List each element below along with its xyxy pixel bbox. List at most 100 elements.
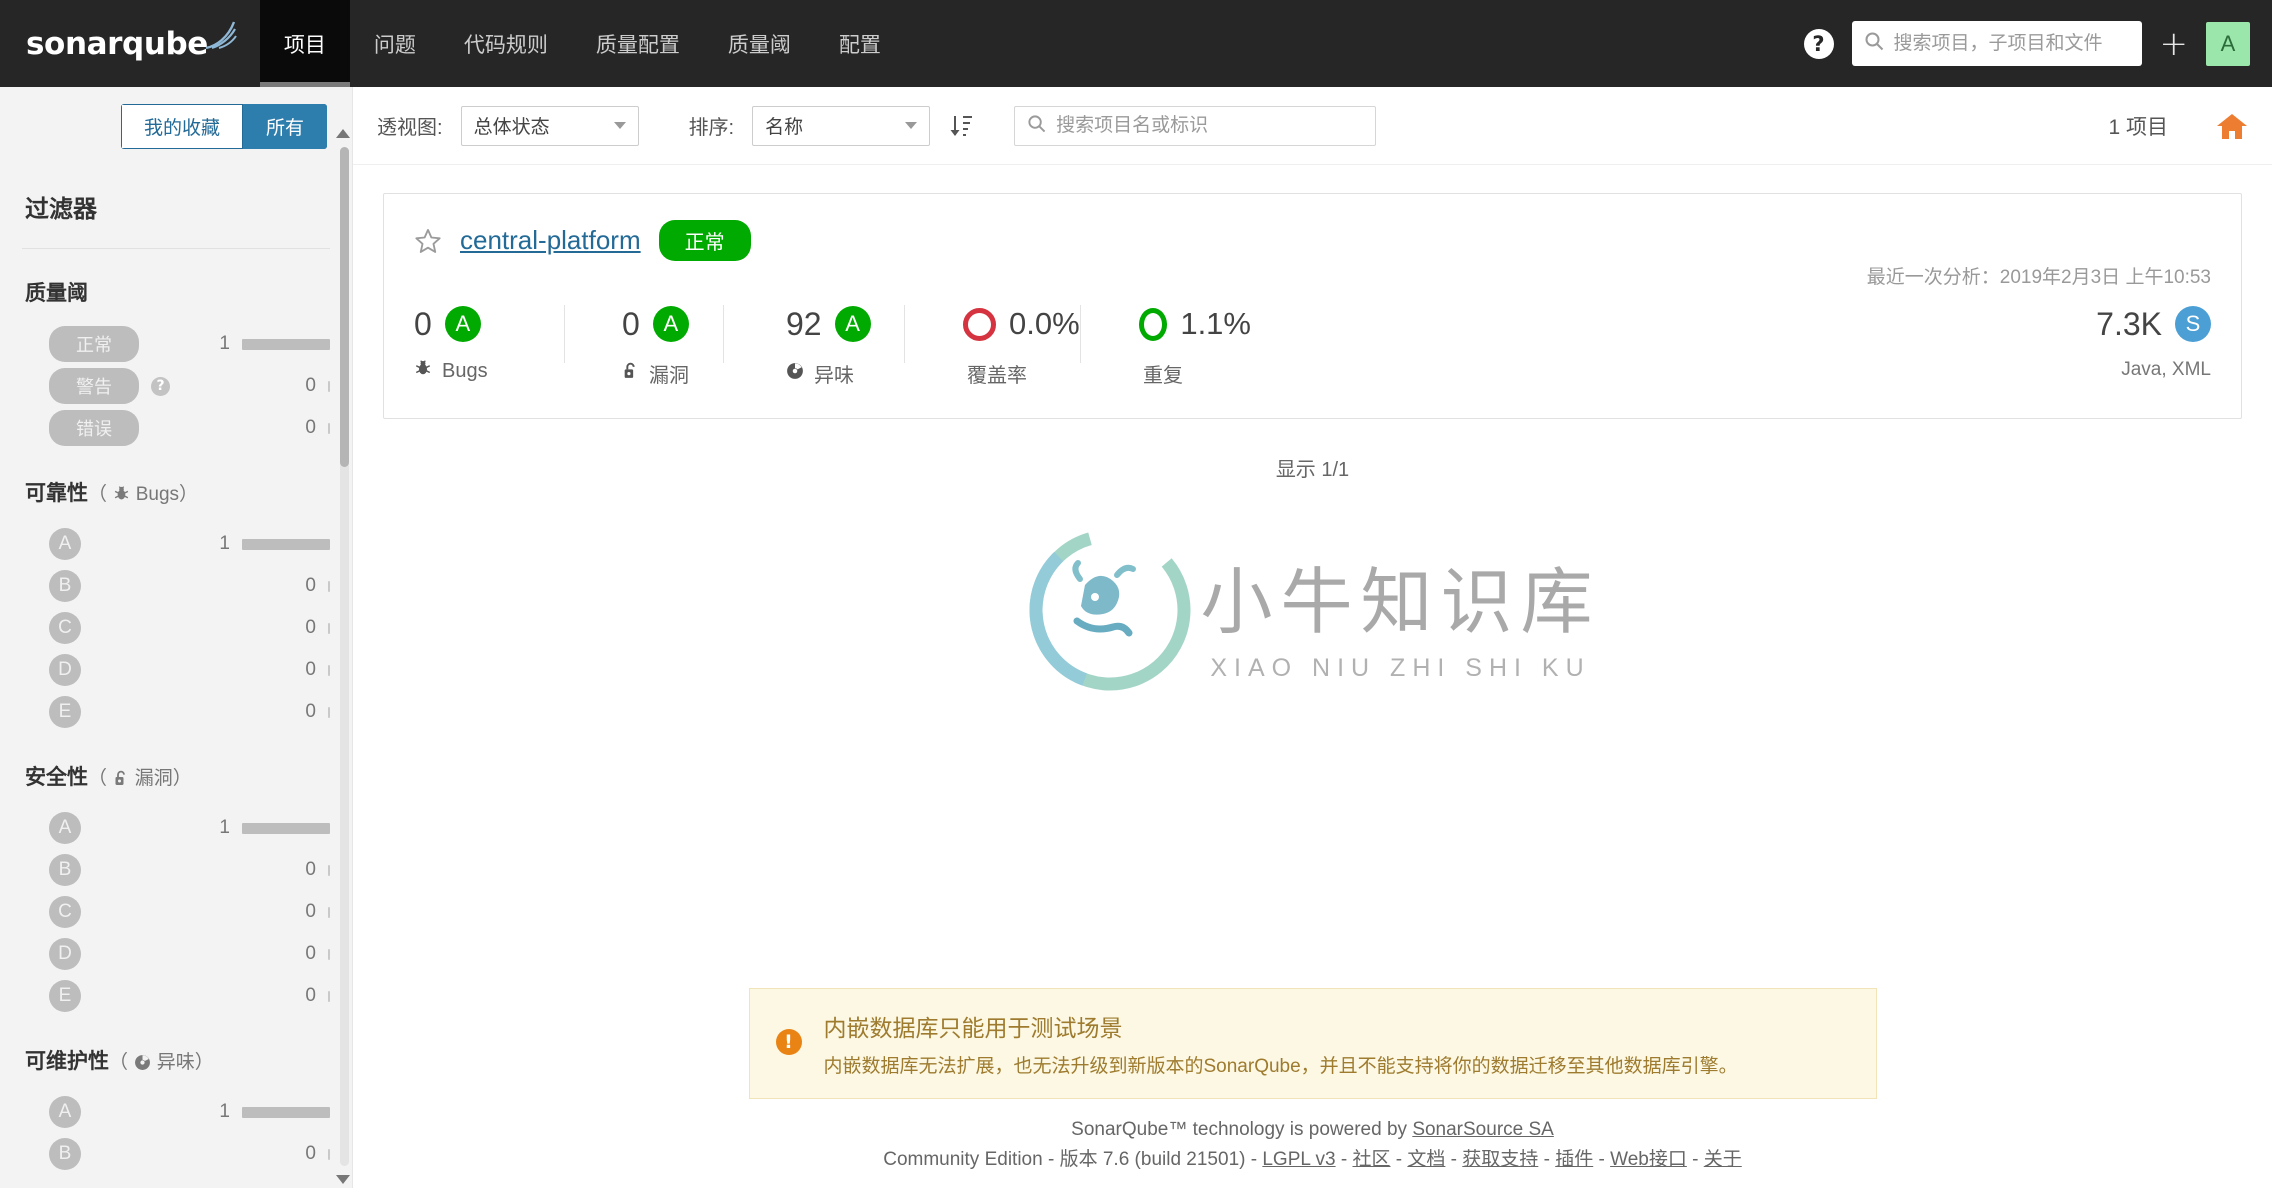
rating-badge: B [49,854,81,886]
perspective-select[interactable]: 总体状态 [460,105,639,146]
warning-help-icon[interactable]: ? [151,376,170,396]
facet-count: 1 [219,1101,230,1122]
project-card[interactable]: central-platform 正常 最近一次分析：2019年2月3日 上午1… [383,193,2242,419]
global-search-input[interactable] [1893,32,2130,55]
global-search-box[interactable] [1851,21,2142,66]
favorite-star-icon[interactable] [414,227,442,255]
sonarqube-logo[interactable]: sonarqube [0,0,260,87]
footer-link-community[interactable]: 社区 [1352,1149,1390,1170]
project-name-link[interactable]: central-platform [460,225,641,256]
pill-label: 警告 [49,368,139,404]
rating-badge: A [49,1096,81,1128]
duplications-label: 重复 [1143,365,1183,387]
facet-row-maintainability-a[interactable]: A 1 [25,1091,330,1133]
footer-link-plugins[interactable]: 插件 [1555,1149,1593,1170]
rating-badge: E [49,980,81,1012]
nav-label: 代码规则 [463,33,548,57]
toggle-all-label: 所有 [265,118,304,139]
code-smell-icon [786,362,804,386]
sep: - [1042,1148,1060,1170]
page-body: 我的收藏 所有 过滤器 质量阈 正常 1 警告 ? 0 错误 0 可靠性（ Bu… [0,87,2272,1188]
facet-count: 1 [219,533,230,554]
facet-security-title: 安全性（ 漏洞） [25,766,192,789]
facet-title-text: 安全性 [25,766,88,789]
metric-vulnerabilities[interactable]: 0 A 漏洞 [565,301,723,388]
footer-link-support[interactable]: 获取支持 [1462,1149,1538,1170]
toggle-all[interactable]: 所有 [242,104,327,149]
metric-code-smells[interactable]: 92 A 异味 [724,301,904,388]
nav-item-quality-gates[interactable]: 质量阈 [704,0,815,87]
facet-row-security-a[interactable]: A 1 [25,807,330,849]
user-avatar[interactable]: A [2206,21,2250,66]
sonarsource-link[interactable]: SonarSource SA [1412,1119,1554,1140]
sort-select[interactable]: 名称 [752,105,931,146]
sidebar-scroll-up-arrow[interactable] [336,129,350,138]
facet-row-quality-gate-warn[interactable]: 警告 ? 0 [25,365,330,407]
top-navigation-bar: sonarqube 项目 问题 代码规则 质量配置 质量阈 配置 ? 搜索项目，… [0,0,2272,87]
perspective-value: 总体状态 [473,117,550,138]
facet-count: 0 [305,901,316,922]
facet-row-quality-gate-ok[interactable]: 正常 1 [25,323,330,365]
nav-item-quality-profiles[interactable]: 质量配置 [572,0,704,87]
facet-security: 安全性（ 漏洞） A 1 B 0 C 0 D 0 E 0 [0,733,352,1017]
facet-bar [328,380,330,392]
facet-row-maintainability-b[interactable]: B 0 [25,1133,330,1175]
footer-link-license[interactable]: LGPL v3 [1262,1149,1335,1170]
code-smells-value: 92 [786,305,822,342]
metric-size[interactable]: 7.3K S Java, XML [2096,301,2211,381]
footer-link-documentation[interactable]: 文档 [1407,1149,1445,1170]
coverage-donut-icon [963,307,996,341]
rating-badge: A [49,528,81,560]
sidebar-scrollbar-thumb[interactable] [340,147,349,467]
nav-label: 项目 [283,33,326,57]
project-search-box[interactable] [1014,105,1377,146]
sidebar-scroll-down-arrow[interactable] [336,1175,350,1184]
facet-row-reliability-a[interactable]: A 1 [25,523,330,565]
project-count: 1 项目 [2108,115,2168,139]
nav-item-projects[interactable]: 项目 [259,0,350,87]
project-card-header: central-platform 正常 [414,220,2211,261]
facet-quality-gate: 质量阈 正常 1 警告 ? 0 错误 0 [0,249,352,449]
nav-item-issues[interactable]: 问题 [350,0,440,87]
facet-row-security-d[interactable]: D 0 [25,933,330,975]
facet-bar [242,338,330,350]
facet-bar [328,664,330,676]
nav-item-administration[interactable]: 配置 [815,0,905,87]
home-icon[interactable] [2216,111,2248,141]
project-metrics-row: 0 A Bugs 0 A 漏洞 92 A 异味 0.0% 覆盖率 1.1% 重复… [414,301,2211,388]
pill-label: 错误 [49,410,139,446]
chevron-down-icon [905,122,918,129]
facet-row-security-e[interactable]: E 0 [25,975,330,1017]
footer-link-about[interactable]: 关于 [1704,1149,1742,1170]
facet-row-reliability-b[interactable]: B 0 [25,565,330,607]
metric-bugs[interactable]: 0 A Bugs [414,301,564,383]
facet-bar [242,822,330,834]
rating-badge: D [49,938,81,970]
footer-link-web-api[interactable]: Web接口 [1610,1149,1687,1170]
sort-direction-icon[interactable] [948,112,974,140]
facet-row-reliability-d[interactable]: D 0 [25,649,330,691]
metric-duplications[interactable]: 1.1% 重复 [1081,301,1251,388]
search-icon [1864,31,1884,56]
toggle-favorites[interactable]: 我的收藏 [120,104,243,149]
add-project-icon[interactable]: + [2160,27,2189,61]
metric-coverage[interactable]: 0.0% 覆盖率 [905,301,1080,388]
facet-row-security-b[interactable]: B 0 [25,849,330,891]
rating-badge: A [49,812,81,844]
nav-item-rules[interactable]: 代码规则 [440,0,572,87]
project-search-input[interactable] [1056,114,1364,137]
sep: - [1390,1148,1408,1170]
facet-row-reliability-e[interactable]: E 0 [25,691,330,733]
help-icon[interactable]: ? [1803,28,1834,59]
sidebar-scrollbar-track[interactable] [340,147,349,1166]
facet-row-reliability-c[interactable]: C 0 [25,607,330,649]
facet-count: 0 [305,575,316,596]
facet-maintainability-title: 可维护性（ 异味） [25,1050,214,1073]
plus-glyph: + [2159,23,2189,64]
facet-row-security-c[interactable]: C 0 [25,891,330,933]
facet-count: 1 [219,817,230,838]
facet-subtitle: 漏洞 [134,768,173,789]
facet-row-quality-gate-error[interactable]: 错误 0 [25,407,330,449]
projects-list: 小牛知识库 XIAO NIU ZHI SHI KU central-platfo… [353,165,2272,691]
bug-icon [113,482,136,505]
